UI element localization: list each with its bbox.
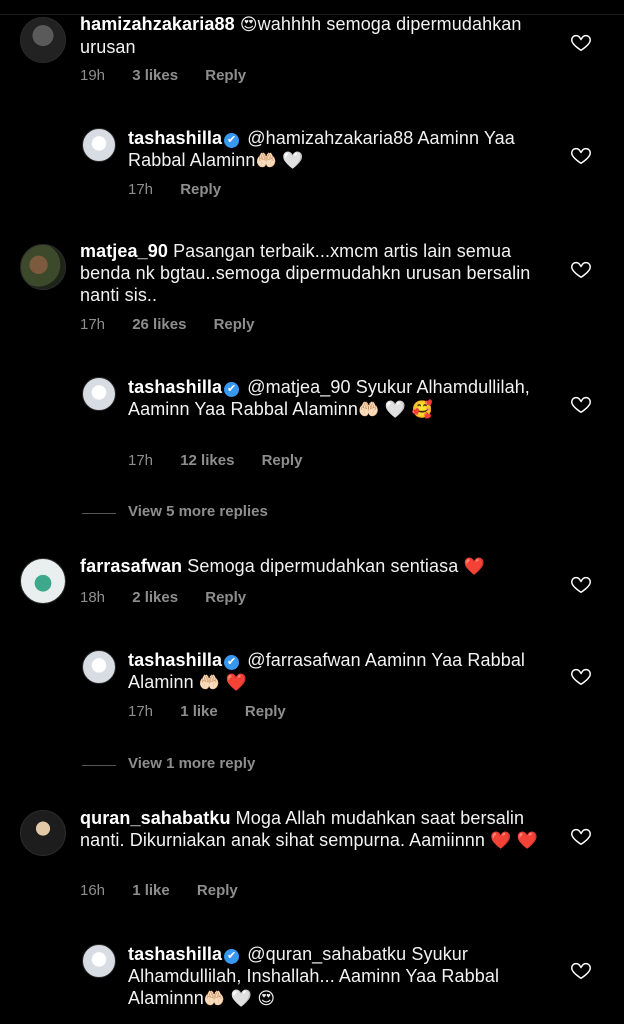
heart-outline-icon[interactable] (570, 31, 592, 53)
comment-meta: 16h 1 like Reply (80, 882, 261, 899)
verified-badge-icon: ✔ (224, 655, 240, 670)
comment-meta: 18h 2 likes Reply (80, 589, 269, 606)
avatar[interactable] (82, 944, 116, 978)
likes-count[interactable]: 1 like (132, 882, 170, 899)
heart-outline-icon[interactable] (570, 825, 592, 847)
comment-meta: 17h 1 like Reply (128, 703, 309, 720)
timestamp: 17h (128, 452, 154, 469)
comment-text: farrasafwan Semoga dipermudahkan sentias… (80, 556, 485, 577)
heart-outline-icon[interactable] (570, 393, 592, 415)
timestamp: 19h (80, 67, 106, 84)
comment-text: quran_sahabatku Moga Allah mudahkan saat… (80, 808, 539, 851)
timestamp: 17h (128, 181, 154, 198)
avatar[interactable] (82, 650, 116, 684)
red-heart-emoji: ❤️ ❤️ (490, 831, 539, 851)
view-more-line (82, 513, 116, 514)
username[interactable]: tashashilla (128, 650, 222, 670)
mention-link[interactable]: @hamizahzakaria88 (247, 128, 413, 148)
comment-text: hamizahzakaria88 😍wahhhh semoga dipermud… (80, 14, 522, 57)
red-heart-emoji: ❤️ (463, 557, 485, 577)
reply-button[interactable]: Reply (197, 882, 238, 899)
avatar[interactable] (20, 244, 66, 290)
avatar[interactable] (20, 810, 66, 856)
verified-badge-icon: ✔ (224, 949, 240, 964)
likes-count[interactable]: 3 likes (132, 67, 178, 84)
timestamp: 16h (80, 882, 106, 899)
reply-button[interactable]: Reply (205, 67, 246, 84)
view-more-replies-button[interactable]: View 1 more reply (82, 755, 622, 775)
username[interactable]: matjea_90 (80, 241, 168, 261)
verified-badge-icon: ✔ (224, 133, 240, 148)
comment-meta: 17h 12 likes Reply (128, 452, 325, 469)
verified-badge-icon: ✔ (224, 382, 240, 397)
comment-text: matjea_90 Pasangan terbaik...xmcm artis … (80, 241, 531, 305)
avatar[interactable] (82, 377, 116, 411)
reply-button[interactable]: Reply (214, 316, 255, 333)
username[interactable]: quran_sahabatku (80, 808, 231, 828)
heart-outline-icon[interactable] (570, 959, 592, 981)
avatar[interactable] (82, 128, 116, 162)
avatar[interactable] (20, 17, 66, 63)
reply-button[interactable]: Reply (262, 452, 303, 469)
comment-meta: 17h 26 likes Reply (80, 316, 277, 333)
view-more-replies-button[interactable]: View 5 more replies (82, 503, 622, 523)
reply-button[interactable]: Reply (205, 589, 246, 606)
avatar[interactable] (20, 558, 66, 604)
heart-outline-icon[interactable] (570, 258, 592, 280)
mention-link[interactable]: @quran_sahabatku (247, 944, 406, 964)
emoji-group: 🤲🏻 🤍 🥰 (357, 400, 433, 420)
likes-count[interactable]: 26 likes (132, 316, 186, 333)
timestamp: 17h (80, 316, 106, 333)
heart-outline-icon[interactable] (570, 144, 592, 166)
reply-button[interactable]: Reply (180, 181, 221, 198)
username[interactable]: tashashilla (128, 944, 222, 964)
comment-text: tashashilla ✔ @farrasafwan Aaminn Yaa Rab… (128, 650, 526, 693)
comment-text: tashashilla ✔ @quran_sahabatku Syukur Alh… (128, 944, 500, 1009)
emoji-group: 🤲🏻 🤍 (255, 151, 304, 171)
timestamp: 18h (80, 589, 106, 606)
comment-text: tashashilla ✔ @matjea_90 Syukur Alhamdull… (128, 377, 530, 420)
timestamp: 17h (128, 703, 154, 720)
likes-count[interactable]: 1 like (180, 703, 218, 720)
likes-count[interactable]: 2 likes (132, 589, 178, 606)
heart-outline-icon[interactable] (570, 573, 592, 595)
comment-meta: 17h Reply (128, 181, 244, 198)
username[interactable]: tashashilla (128, 377, 222, 397)
mention-link[interactable]: @matjea_90 (247, 377, 350, 397)
heart-outline-icon[interactable] (570, 665, 592, 687)
username[interactable]: tashashilla (128, 128, 222, 148)
username[interactable]: farrasafwan (80, 556, 182, 576)
mention-link[interactable]: @farrasafwan (247, 650, 361, 670)
comment-meta: 19h 3 likes Reply (80, 67, 269, 84)
view-more-line (82, 765, 116, 766)
reply-button[interactable]: Reply (245, 703, 286, 720)
heart-eyes-emoji: 😍 (239, 15, 258, 35)
likes-count[interactable]: 12 likes (180, 452, 234, 469)
comment-text: tashashilla ✔ @hamizahzakaria88 Aaminn Ya… (128, 128, 515, 171)
emoji-group: 🤲🏻 🤍 😍 (203, 989, 276, 1009)
username[interactable]: hamizahzakaria88 (80, 14, 235, 34)
emoji-group: 🤲🏻 ❤️ (198, 673, 247, 693)
